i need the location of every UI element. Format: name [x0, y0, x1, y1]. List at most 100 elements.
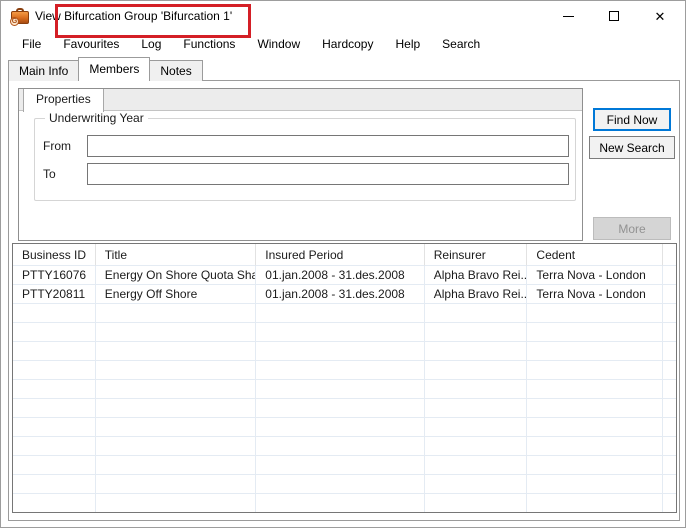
- table-row-empty: [13, 323, 676, 342]
- cell-empty: [256, 494, 424, 513]
- table-empty-rows: [13, 304, 676, 513]
- menu-functions[interactable]: Functions: [172, 33, 246, 55]
- tab-properties[interactable]: Properties: [23, 89, 104, 112]
- cell-empty: [13, 475, 96, 494]
- cell-empty: [425, 380, 528, 399]
- cell-empty: [425, 342, 528, 361]
- cell-filler: [663, 285, 676, 304]
- menu-search[interactable]: Search: [431, 33, 491, 55]
- cell-insured-period: 01.jan.2008 - 31.des.2008: [256, 266, 424, 285]
- title-bar: G View Bifurcation Group 'Bifurcation 1'…: [1, 1, 685, 31]
- cell-empty: [256, 399, 424, 418]
- tab-notes[interactable]: Notes: [149, 60, 202, 81]
- cell-empty: [13, 323, 96, 342]
- menu-log[interactable]: Log: [130, 33, 172, 55]
- window-title: View Bifurcation Group 'Bifurcation 1': [35, 9, 232, 23]
- briefcase-app-icon: G: [10, 7, 30, 26]
- cell-empty: [527, 494, 663, 513]
- minimize-icon: [563, 16, 574, 17]
- cell-empty: [13, 456, 96, 475]
- menu-hardcopy[interactable]: Hardcopy: [311, 33, 384, 55]
- from-input[interactable]: [87, 135, 569, 157]
- cell-empty: [527, 399, 663, 418]
- cell-empty: [663, 323, 676, 342]
- cell-empty: [13, 304, 96, 323]
- members-table: Business ID Title Insured Period Reinsur…: [12, 243, 677, 513]
- cell-empty: [425, 475, 528, 494]
- main-tab-strip: Main Info Members Notes: [8, 57, 202, 81]
- menu-bar: File Favourites Log Functions Window Har…: [1, 31, 685, 57]
- table-row[interactable]: PTTY20811 Energy Off Shore 01.jan.2008 -…: [13, 285, 676, 304]
- menu-window[interactable]: Window: [246, 33, 311, 55]
- cell-empty: [13, 361, 96, 380]
- cell-empty: [527, 418, 663, 437]
- to-input[interactable]: [87, 163, 569, 185]
- cell-empty: [663, 437, 676, 456]
- tab-members[interactable]: Members: [78, 57, 150, 81]
- cell-empty: [527, 323, 663, 342]
- close-button[interactable]: ✕: [637, 1, 683, 31]
- more-button[interactable]: More: [593, 217, 671, 240]
- column-header-business-id[interactable]: Business ID: [13, 244, 96, 266]
- cell-filler: [663, 266, 676, 285]
- to-label: To: [43, 167, 87, 181]
- table-header-row: Business ID Title Insured Period Reinsur…: [13, 244, 676, 266]
- cell-empty: [256, 304, 424, 323]
- table-row[interactable]: PTTY16076 Energy On Shore Quota Share 01…: [13, 266, 676, 285]
- cell-empty: [256, 475, 424, 494]
- table-row-empty: [13, 380, 676, 399]
- cell-empty: [425, 437, 528, 456]
- maximize-button[interactable]: [591, 1, 637, 31]
- cell-empty: [663, 475, 676, 494]
- caption-buttons: ✕: [545, 1, 683, 31]
- new-search-button[interactable]: New Search: [589, 136, 675, 159]
- table-row-empty: [13, 418, 676, 437]
- cell-empty: [96, 418, 257, 437]
- cell-cedent: Terra Nova - London: [527, 266, 663, 285]
- cell-empty: [527, 475, 663, 494]
- table-row-empty: [13, 361, 676, 380]
- app-window: G View Bifurcation Group 'Bifurcation 1'…: [0, 0, 686, 528]
- menu-favourites[interactable]: Favourites: [52, 33, 130, 55]
- minimize-button[interactable]: [545, 1, 591, 31]
- to-field-row: To: [43, 163, 569, 185]
- cell-empty: [96, 475, 257, 494]
- table-row-empty: [13, 456, 676, 475]
- menu-file[interactable]: File: [11, 33, 52, 55]
- cell-empty: [663, 380, 676, 399]
- column-header-cedent[interactable]: Cedent: [527, 244, 663, 266]
- table-row-empty: [13, 304, 676, 323]
- members-tab-page: Properties Underwriting Year From To Fin…: [8, 80, 680, 521]
- cell-business-id: PTTY20811: [13, 285, 96, 304]
- cell-empty: [527, 342, 663, 361]
- menu-help[interactable]: Help: [384, 33, 431, 55]
- cell-empty: [663, 494, 676, 513]
- cell-empty: [425, 399, 528, 418]
- cell-empty: [527, 380, 663, 399]
- table-row-empty: [13, 475, 676, 494]
- cell-empty: [663, 456, 676, 475]
- tab-main-info[interactable]: Main Info: [8, 60, 79, 81]
- cell-empty: [527, 456, 663, 475]
- cell-empty: [527, 361, 663, 380]
- cell-empty: [425, 361, 528, 380]
- cell-empty: [96, 456, 257, 475]
- cell-reinsurer: Alpha Bravo Rei...: [425, 285, 528, 304]
- cell-empty: [13, 342, 96, 361]
- cell-empty: [13, 399, 96, 418]
- cell-empty: [425, 494, 528, 513]
- cell-title: Energy Off Shore: [96, 285, 257, 304]
- cell-empty: [425, 418, 528, 437]
- column-header-reinsurer[interactable]: Reinsurer: [425, 244, 528, 266]
- cell-empty: [425, 456, 528, 475]
- maximize-icon: [609, 11, 619, 21]
- cell-empty: [13, 437, 96, 456]
- table-row-empty: [13, 399, 676, 418]
- column-header-filler: [663, 244, 676, 266]
- cell-business-id: PTTY16076: [13, 266, 96, 285]
- find-now-button[interactable]: Find Now: [593, 108, 671, 131]
- cell-empty: [425, 304, 528, 323]
- column-header-insured-period[interactable]: Insured Period: [256, 244, 424, 266]
- cell-empty: [663, 342, 676, 361]
- column-header-title[interactable]: Title: [96, 244, 257, 266]
